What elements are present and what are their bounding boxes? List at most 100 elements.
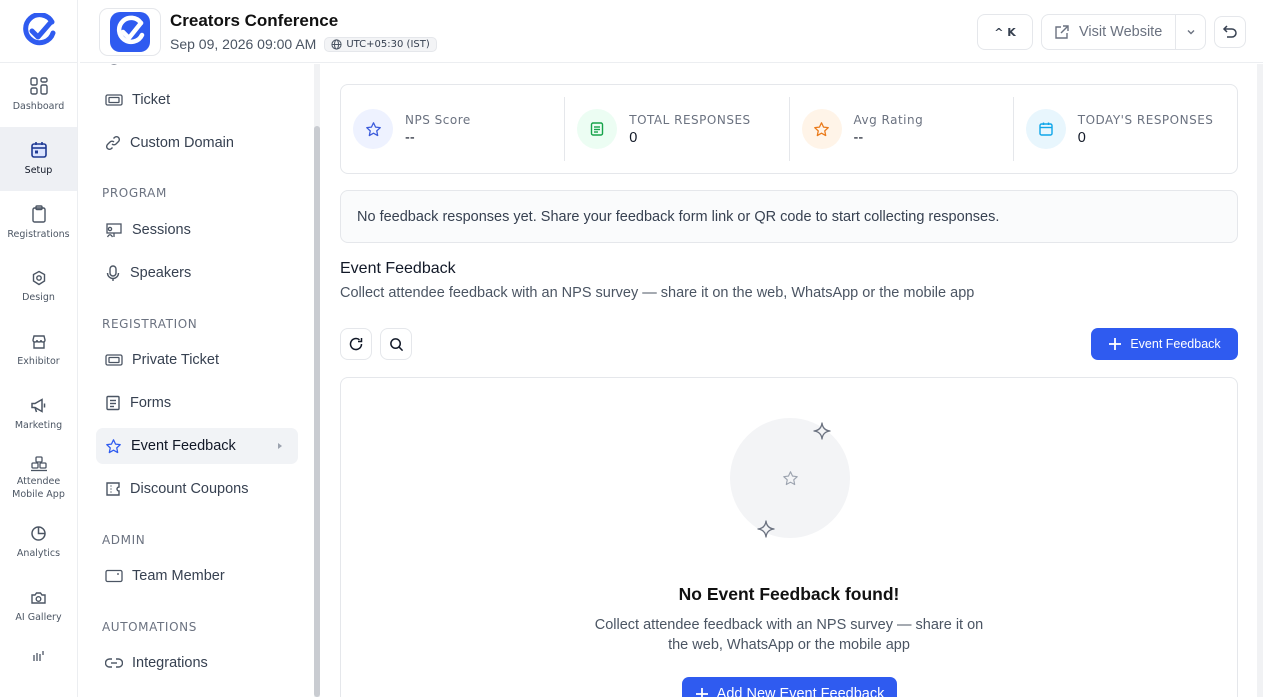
link-icon [105,658,123,668]
visit-website-button[interactable]: Visit Website [1042,15,1176,49]
stat-value: -- [853,129,864,146]
visit-website-label: Visit Website [1079,24,1163,40]
event-title: Creators Conference [170,11,339,30]
store-icon [31,334,46,349]
stat-avg-rating: Avg Rating -- [790,97,1014,161]
rail-label-line2: Mobile App [12,489,65,500]
plus-icon [695,688,708,697]
rail-label: Dashboard [12,100,65,112]
sidebar-item-team-member[interactable]: Team Member [96,558,298,594]
sidebar-item-label: Custom Domain [130,135,234,151]
refresh-button[interactable] [340,328,372,360]
rail-item-dashboard[interactable]: Dashboard [0,63,77,127]
globe-icon [331,38,342,50]
clipboard-icon [31,204,46,223]
rail-item-marketing[interactable]: Marketing [0,383,77,447]
main-scrollbar[interactable] [1257,64,1263,697]
event-logo[interactable] [99,8,161,56]
stat-label: Avg Rating [853,112,924,127]
empty-button-label: Add New Event Feedback [716,686,885,697]
visit-website-dropdown[interactable] [1176,27,1205,37]
top-header: Creators Conference Sep 09, 2026 09:00 A… [80,0,1263,63]
coupon-icon [106,482,120,496]
presentation-icon [106,222,122,237]
empty-illustration [730,418,850,538]
rail-item-registrations[interactable]: Registrations [0,191,77,255]
form-icon [106,395,120,411]
rail-item-ai-gallery[interactable]: AI Gallery [0,575,77,639]
add-new-event-feedback-button[interactable]: Add New Event Feedback [682,677,897,697]
stat-todays-responses: TODAY'S RESPONSES 0 [1014,97,1237,161]
sidebar-item-event-feedback[interactable]: Event Feedback [96,428,298,464]
main-content: NPS Score -- TOTAL RESPONSES 0 Avg Ratin… [320,64,1263,697]
no-responses-notice: No feedback responses yet. Share your fe… [340,190,1238,243]
setup-sidebar: Ticket Custom Domain PROGRAM Sessions Sp… [80,64,320,697]
empty-state-card: No Event Feedback found! Collect attende… [340,377,1238,697]
sidebar-item-ticket[interactable]: Ticket [96,82,298,118]
timezone-badge[interactable]: UTC+05:30 (IST) [324,36,437,52]
stat-nps-score: NPS Score -- [341,97,566,161]
section-heading-registration: REGISTRATION [102,317,198,331]
sidebar-item-speakers[interactable]: Speakers [96,255,298,291]
boxes-icon [30,456,47,472]
rail-item-setup[interactable]: Setup [0,127,77,191]
sidebar-item-forms[interactable]: Forms [96,385,298,421]
star-icon [106,438,121,453]
caret-right-icon [278,443,282,449]
event-check-logo-icon [110,12,150,52]
sidebar-item-label: Team Member [132,568,225,584]
rail-item-attendee-mobile-app[interactable]: Attendee Mobile App [0,447,77,511]
search-button[interactable] [380,328,412,360]
rail-label: Setup [24,164,53,176]
partial-item-icon [111,64,117,65]
section-heading-automations: AUTOMATIONS [102,620,197,634]
stat-total-responses: TOTAL RESPONSES 0 [565,97,790,161]
search-icon [389,337,403,351]
timezone-label: UTC+05:30 (IST) [346,38,430,50]
app-logo[interactable] [0,0,77,63]
rail-item-more[interactable] [0,639,77,669]
chevron-down-icon [1187,30,1194,35]
list-icon [591,122,604,136]
rail-label-line1: Attendee [16,476,61,488]
sidebar-item-integrations[interactable]: Integrations [96,645,298,681]
shortcut-label: ^ K [994,25,1016,39]
empty-state-description: Collect attendee feedback with an NPS su… [594,617,984,653]
star-icon [782,470,798,485]
sidebar-item-label: Private Ticket [132,352,220,368]
undo-icon [1222,25,1237,38]
sidebar-item-custom-domain[interactable]: Custom Domain [96,125,298,161]
star-icon [814,121,829,136]
star-icon [365,121,381,136]
link-icon [105,135,121,151]
stat-icon-wrap [353,109,393,149]
refresh-icon [349,337,363,351]
sparkle-icon [757,520,775,538]
stats-card: NPS Score -- TOTAL RESPONSES 0 Avg Ratin… [340,84,1238,174]
sparkle-icon [813,422,831,440]
camera-icon [31,591,46,604]
sidebar-item-private-ticket[interactable]: Private Ticket [96,342,298,378]
rail-item-analytics[interactable]: Analytics [0,511,77,575]
undo-button[interactable] [1214,16,1246,48]
rail-label: Exhibitor [17,355,60,367]
sidebar-item-label: Integrations [132,655,208,671]
add-event-feedback-button[interactable]: Event Feedback [1091,328,1238,360]
sidebar-item-label: Speakers [130,265,192,281]
id-card-icon [105,569,123,583]
event-datetime: Sep 09, 2026 09:00 AM [170,36,317,52]
rail-label: Analytics [16,548,61,560]
section-description: Collect attendee feedback with an NPS su… [340,285,975,301]
sidebar-item-sessions[interactable]: Sessions [96,212,298,248]
sidebar-item-label: Forms [130,395,172,411]
external-link-icon [1055,24,1069,39]
command-palette-button[interactable]: ^ K [977,14,1033,50]
rail-label: Attendee Mobile App [12,476,65,502]
sidebar-item-discount-coupons[interactable]: Discount Coupons [96,471,298,507]
rail-item-design[interactable]: Design [0,255,77,319]
rail-item-exhibitor[interactable]: Exhibitor [0,319,77,383]
add-button-label: Event Feedback [1130,337,1221,351]
megaphone-icon [31,398,46,413]
calendar-icon [1039,122,1053,136]
sidebar-item-label: Ticket [132,92,171,108]
